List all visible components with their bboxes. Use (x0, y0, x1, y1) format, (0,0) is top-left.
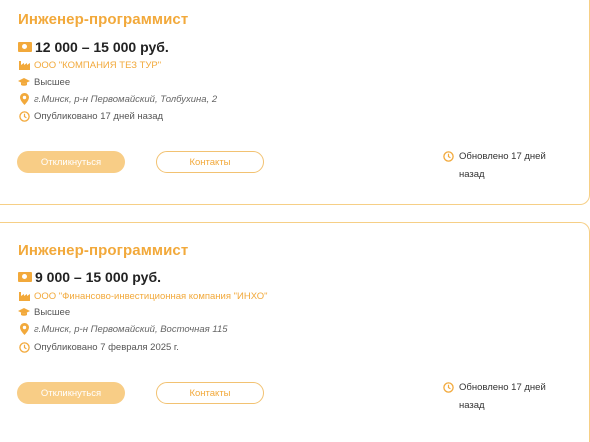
apply-button[interactable]: Откликнуться (17, 382, 125, 404)
education-text: Высшее (34, 306, 71, 318)
education-text: Высшее (34, 76, 71, 88)
building-icon (18, 290, 30, 302)
updated-info: Обновлено 17 дней назад (443, 148, 559, 184)
updated-text: Обновлено 17 дней назад (459, 151, 546, 180)
updated-info: Обновлено 17 дней назад (443, 379, 559, 415)
published-text: Опубликовано 7 февраля 2025 г. (34, 341, 179, 353)
contacts-button[interactable]: Контакты (156, 382, 264, 404)
map-pin-icon (18, 93, 30, 105)
graduation-cap-icon (18, 76, 30, 88)
updated-text: Обновлено 17 дней назад (459, 382, 546, 411)
graduation-cap-icon (18, 306, 30, 318)
company-link[interactable]: ООО "Финансово-инвестиционная компания "… (34, 291, 267, 302)
money-icon (18, 272, 32, 282)
salary-text: 12 000 – 15 000 руб. (35, 39, 169, 55)
education-row: Высшее (18, 306, 70, 318)
address-text: г.Минск, р-н Первомайский, Восточная 115 (34, 323, 228, 335)
money-icon (18, 42, 32, 52)
company-link[interactable]: ООО "КОМПАНИЯ ТЕЗ ТУР" (34, 60, 161, 71)
clock-icon (18, 341, 30, 353)
address-row: г.Минск, р-н Первомайский, Восточная 115 (18, 323, 228, 335)
company-row: ООО "Финансово-инвестиционная компания "… (18, 290, 267, 302)
contacts-button[interactable]: Контакты (156, 151, 264, 173)
clock-icon (443, 382, 455, 394)
published-text: Опубликовано 17 дней назад (34, 110, 164, 122)
vacancy-salary: 9 000 – 15 000 руб. (18, 269, 161, 285)
address-row: г.Минск, р-н Первомайский, Толбухина, 2 (18, 93, 217, 105)
published-row: Опубликовано 7 февраля 2025 г. (18, 341, 179, 353)
vacancy-title[interactable]: Инженер-программист (18, 242, 188, 259)
map-pin-icon (18, 323, 30, 335)
education-row: Высшее (18, 76, 70, 88)
salary-text: 9 000 – 15 000 руб. (35, 269, 161, 285)
published-row: Опубликовано 17 дней назад (18, 110, 163, 122)
address-text: г.Минск, р-н Первомайский, Толбухина, 2 (34, 93, 218, 105)
vacancy-title[interactable]: Инженер-программист (18, 11, 188, 28)
company-row: ООО "КОМПАНИЯ ТЕЗ ТУР" (18, 59, 161, 71)
apply-button[interactable]: Откликнуться (17, 151, 125, 173)
clock-icon (18, 110, 30, 122)
clock-icon (443, 151, 455, 163)
building-icon (18, 59, 30, 71)
vacancy-salary: 12 000 – 15 000 руб. (18, 39, 169, 55)
